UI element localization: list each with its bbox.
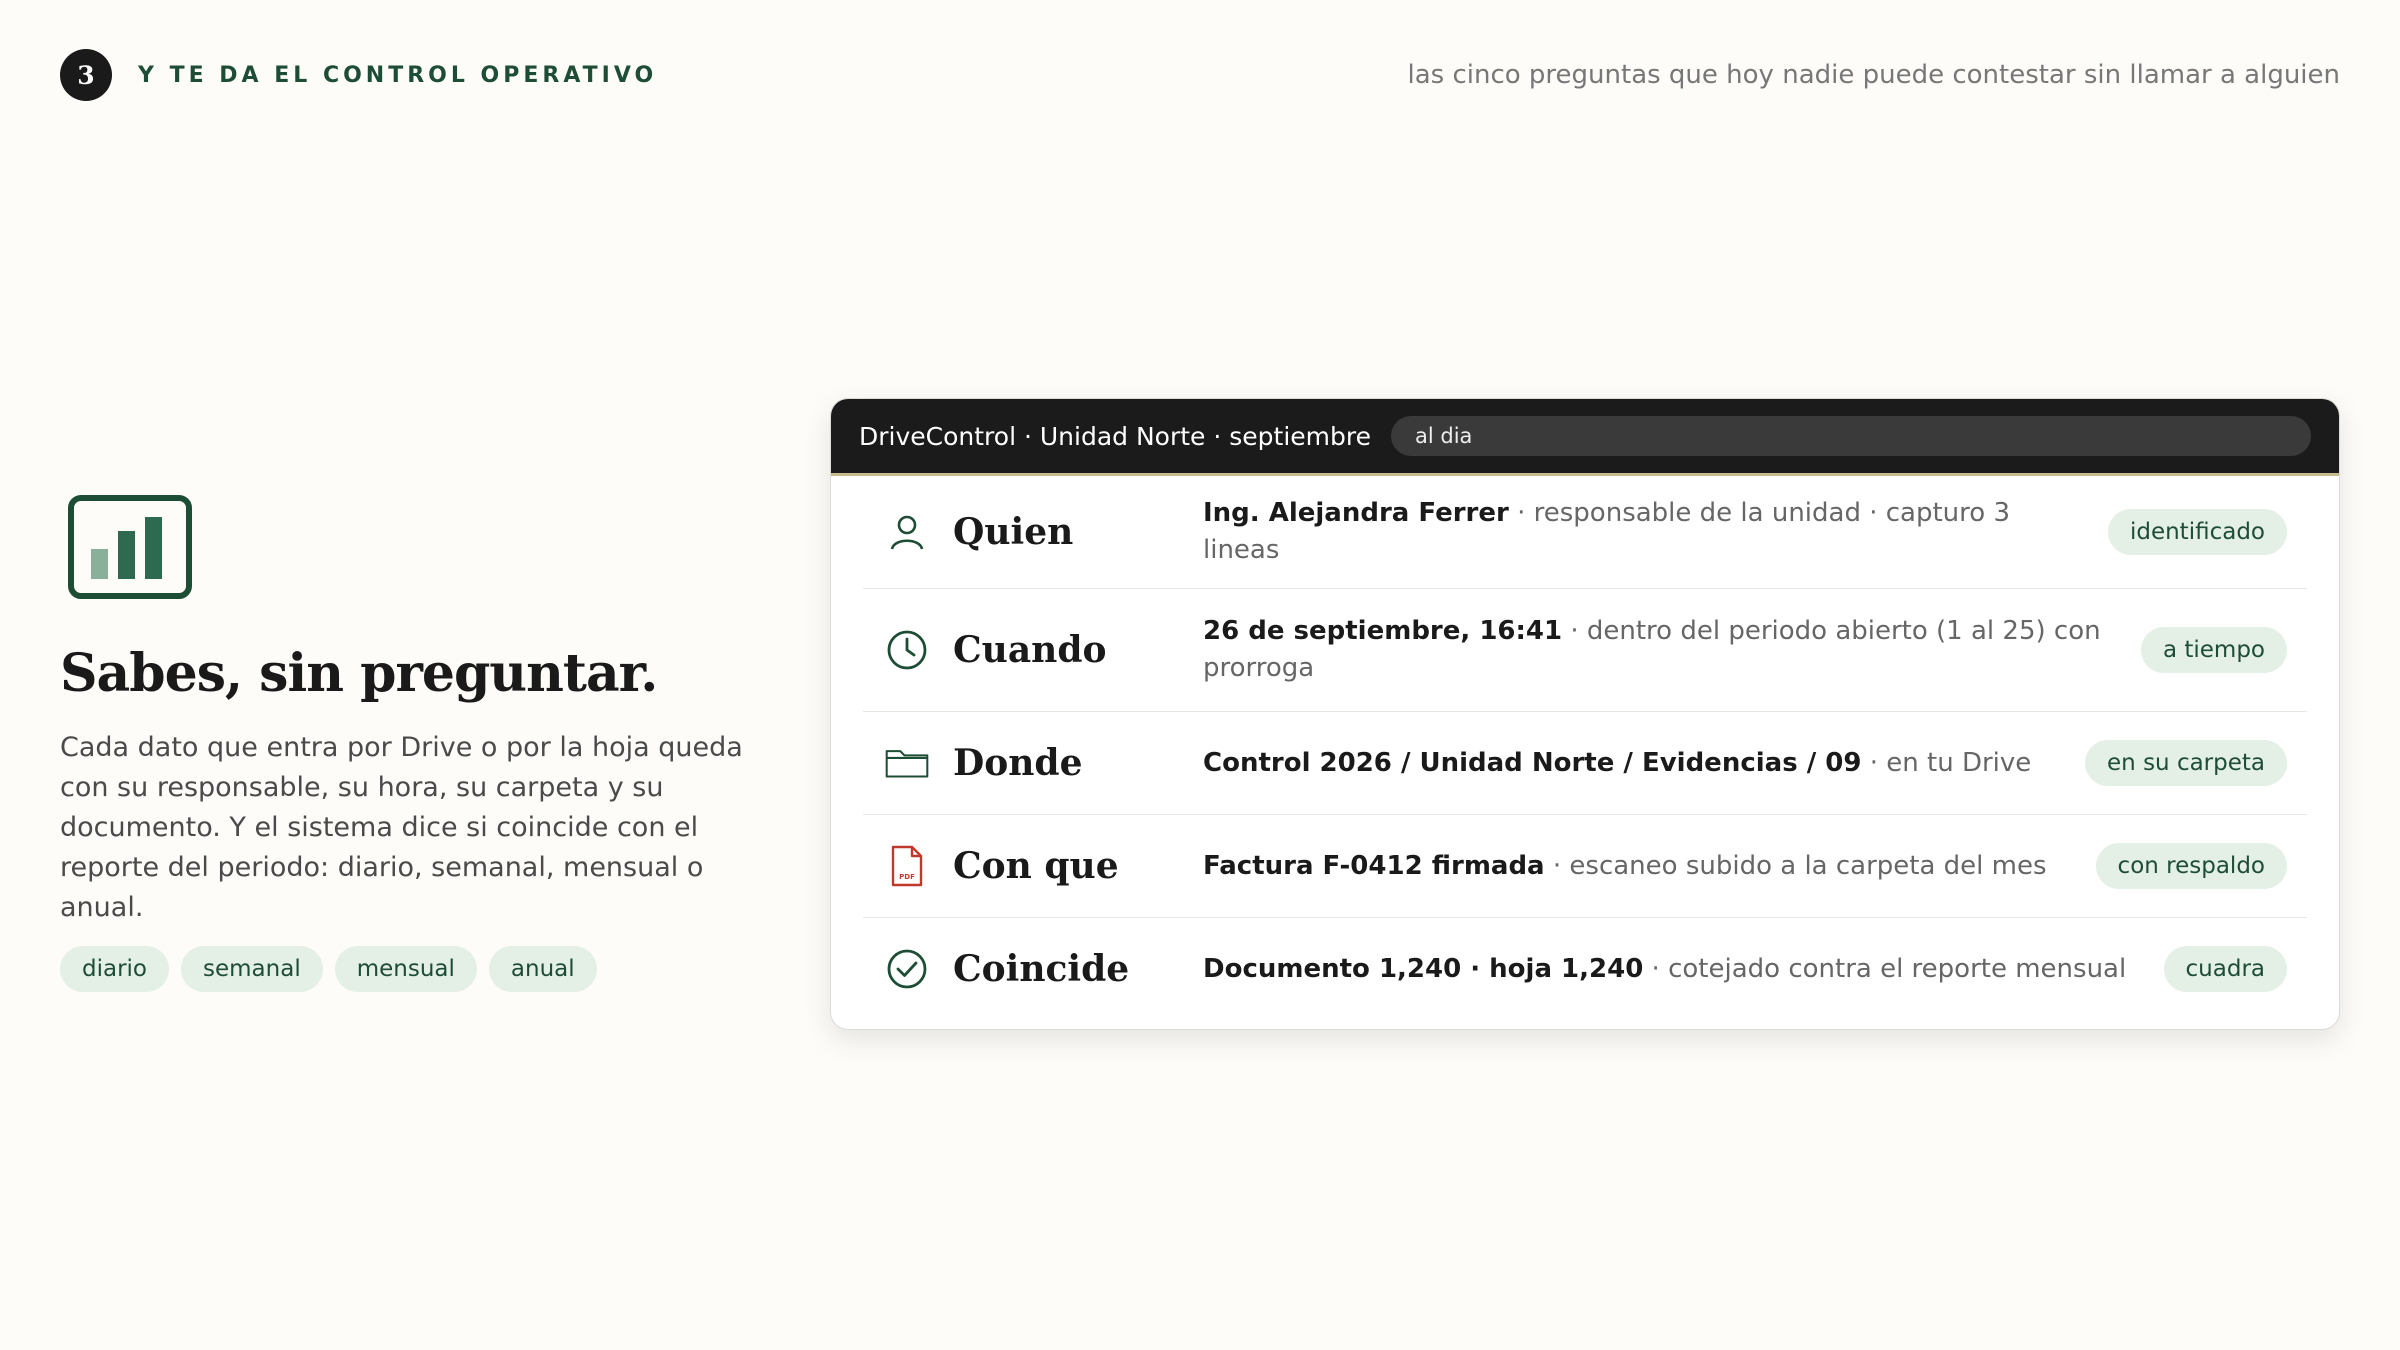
row-donde[interactable]: Donde Control 2026 / Unidad Norte / Evid… (863, 712, 2307, 815)
headline: Sabes, sin preguntar. (60, 643, 658, 704)
step-label: Y TE DA EL CONTROL OPERATIVO (138, 62, 658, 88)
row-cuando[interactable]: Cuando 26 de septiembre, 16:41 · dentro … (863, 589, 2307, 712)
tagline: las cinco preguntas que hoy nadie puede … (1407, 60, 2340, 90)
panel-header: DriveControl · Unidad Norte · septiembre… (831, 399, 2339, 476)
check-circle-icon (885, 947, 929, 991)
row-label: Con que (953, 845, 1119, 887)
row-description: Factura F-0412 firmada · escaneo subido … (1203, 848, 2096, 885)
row-label: Coincide (953, 948, 1130, 990)
row-quien[interactable]: Quien Ing. Alejandra Ferrer · responsabl… (863, 476, 2307, 589)
chip-semanal[interactable]: semanal (181, 946, 323, 992)
status-badge: a tiempo (2140, 627, 2287, 673)
row-description: Control 2026 / Unidad Norte / Evidencias… (1203, 745, 2085, 782)
status-badge: identificado (2107, 509, 2287, 555)
svg-text:PDF: PDF (899, 873, 915, 881)
row-detail: · cotejado contra el reporte mensual (1643, 953, 2127, 984)
status-badge: cuadra (2163, 946, 2287, 992)
row-description: Documento 1,240 · hoja 1,240 · cotejado … (1203, 951, 2164, 988)
period-chips: diario semanal mensual anual (60, 946, 800, 992)
row-description: 26 de septiembre, 16:41 · dentro del per… (1203, 613, 2141, 687)
chip-anual[interactable]: anual (488, 946, 597, 992)
status-field[interactable]: al dia (1391, 416, 2311, 456)
step-indicator: 3 Y TE DA EL CONTROL OPERATIVO (60, 49, 657, 101)
body-text: Cada dato que entra por Drive o por la h… (60, 732, 743, 923)
folder-icon (885, 741, 929, 785)
row-main-value: Factura F-0412 firmada (1203, 850, 1545, 881)
status-badge: con respaldo (2095, 843, 2287, 889)
row-coincide[interactable]: Coincide Documento 1,240 · hoja 1,240 · … (863, 918, 2307, 1020)
question-list: Quien Ing. Alejandra Ferrer · responsabl… (831, 476, 2339, 1020)
row-con-que[interactable]: PDF Con que Factura F-0412 firmada · esc… (863, 815, 2307, 918)
status-badge: en su carpeta (2085, 740, 2287, 786)
clock-icon (885, 628, 929, 672)
panel-title: DriveControl · Unidad Norte · septiembre (859, 421, 1371, 451)
top-bar: 3 Y TE DA EL CONTROL OPERATIVO las cinco… (60, 48, 2340, 102)
row-main-value: Ing. Alejandra Ferrer (1203, 498, 1509, 528)
chip-mensual[interactable]: mensual (334, 946, 477, 992)
row-detail: · en tu Drive (1861, 747, 2032, 778)
row-label: Donde (953, 742, 1083, 784)
row-detail: · escaneo subido a la carpeta del mes (1544, 850, 2047, 881)
row-label: Cuando (953, 629, 1107, 671)
row-main-value: Documento 1,240 · hoja 1,240 (1203, 953, 1644, 984)
pdf-file-icon: PDF (885, 844, 929, 888)
person-icon (885, 510, 929, 554)
chip-diario[interactable]: diario (60, 946, 170, 992)
step-number: 3 (60, 49, 112, 101)
intro-section: Sabes, sin preguntar. Cada dato que entr… (60, 495, 800, 992)
row-label: Quien (953, 511, 1074, 553)
drivecontrol-panel: DriveControl · Unidad Norte · septiembre… (830, 398, 2340, 1030)
row-main-value: Control 2026 / Unidad Norte / Evidencias… (1203, 747, 1862, 778)
row-description: Ing. Alejandra Ferrer · responsable de l… (1203, 495, 2108, 569)
row-main-value: 26 de septiembre, 16:41 (1203, 616, 1563, 646)
bar-chart-icon (68, 495, 192, 599)
